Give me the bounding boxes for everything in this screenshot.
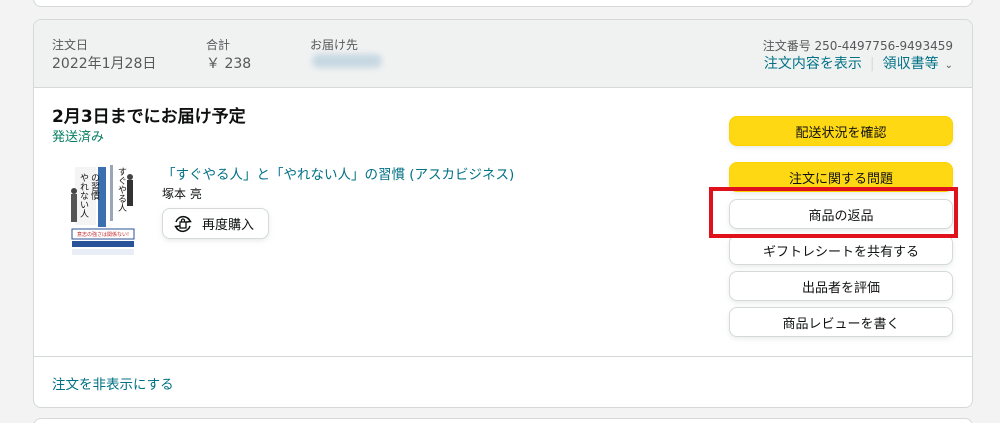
- buy-again-icon: [174, 215, 192, 232]
- product-thumbnail[interactable]: やれない人 の習慣 すぐやる人 意志の強さは関係ない!: [70, 163, 136, 257]
- order-date-value: 2022年1月28日: [52, 56, 157, 72]
- highlight-annotation-box: [709, 187, 958, 238]
- order-header: 注文日 2022年1月28日 合計 ￥ 238 お届け先 注文番号 250-44…: [34, 20, 972, 88]
- card-divider: [34, 356, 972, 357]
- order-date-label: 注文日: [52, 38, 89, 52]
- view-order-details-link[interactable]: 注文内容を表示: [764, 56, 862, 72]
- cover-title-a: すぐやる人: [116, 167, 127, 212]
- ship-to-name-blurred[interactable]: [312, 54, 382, 68]
- chevron-down-icon[interactable]: ⌄: [945, 60, 953, 71]
- receipt-link[interactable]: 領収書等: [883, 56, 939, 72]
- shipped-status: 発送済み: [52, 130, 105, 145]
- track-package-button[interactable]: 配送状況を確認: [729, 116, 953, 146]
- buy-again-button[interactable]: 再度購入: [162, 208, 269, 239]
- order-number: 注文番号 250-4497756-9493459: [762, 39, 953, 53]
- product-author: 塚本 亮: [162, 187, 202, 201]
- write-review-button[interactable]: 商品レビューを書く: [729, 307, 953, 337]
- ship-to-label: お届け先: [310, 38, 359, 52]
- order-total-value: ￥ 238: [206, 56, 252, 72]
- cover-title-b: やれない人: [78, 173, 89, 218]
- seller-feedback-button[interactable]: 出品者を評価: [729, 271, 953, 301]
- buy-again-label: 再度購入: [202, 218, 255, 233]
- link-separator: |: [869, 56, 875, 72]
- delivery-status-title: 2月3日までにお届け予定: [52, 107, 246, 127]
- next-order-card: [33, 418, 973, 423]
- previous-order-card: [33, 0, 973, 7]
- book-cover-image: やれない人 の習慣 すぐやる人 意志の強さは関係ない!: [70, 163, 136, 257]
- order-header-links: 注文内容を表示 | 領収書等 ⌄: [764, 53, 953, 73]
- cover-band-text: 意志の強さは関係ない!: [77, 231, 129, 238]
- cover-title-c: の習慣: [89, 173, 100, 201]
- hide-order-link[interactable]: 注文を非表示にする: [52, 373, 174, 393]
- share-gift-receipt-button[interactable]: ギフトレシートを共有する: [729, 235, 953, 265]
- order-total-label: 合計: [206, 38, 231, 52]
- product-title-link[interactable]: 「すぐやる人」と「やれない人」の習慣 (アスカビジネス): [162, 163, 514, 183]
